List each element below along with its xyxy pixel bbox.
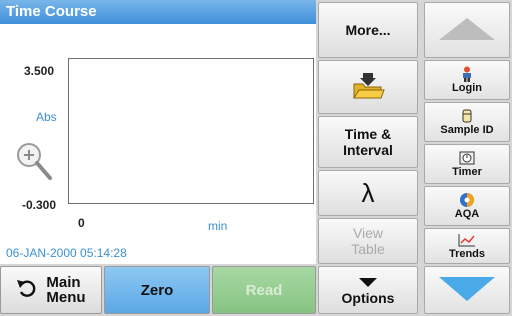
y-axis-min-label: -0.300 (22, 198, 57, 212)
trends-label: Trends (448, 248, 486, 260)
sample-id-label: Sample ID (440, 124, 494, 136)
zero-label: Zero (140, 281, 174, 299)
scroll-up-button[interactable] (424, 2, 510, 58)
more-label: More... (345, 22, 391, 38)
timer-icon (459, 150, 475, 166)
login-button[interactable]: Login (424, 60, 510, 100)
main-menu-label-line2: Menu (46, 289, 86, 306)
main-menu-button[interactable]: Main Menu (0, 266, 102, 314)
trends-button[interactable]: Trends (424, 228, 510, 264)
right-sidebar: Login Sample ID Timer AQA Trends (420, 0, 512, 316)
trend-chart-icon (458, 232, 476, 248)
back-arrow-icon (16, 278, 38, 302)
triangle-down-icon (359, 274, 377, 290)
view-table-button[interactable]: View Table (318, 218, 418, 264)
more-button[interactable]: More... (318, 2, 418, 58)
timer-label: Timer (452, 166, 482, 178)
main-menu-label: Main Menu (46, 275, 85, 305)
zoom-icon[interactable] (14, 140, 54, 184)
timer-button[interactable]: Timer (424, 144, 510, 184)
plot-panel: Time Course 3.500 Abs -0.300 0 min 06-JA… (0, 0, 316, 264)
options-button[interactable]: Options (318, 266, 418, 314)
timestamp: 06-JAN-2000 05:14:28 (6, 246, 127, 260)
read-button[interactable]: Read (212, 266, 316, 314)
y-axis-max-label: 3.500 (24, 64, 55, 78)
aqa-icon (459, 192, 475, 208)
login-label: Login (452, 82, 482, 94)
zero-button[interactable]: Zero (104, 266, 210, 314)
sample-vial-icon (462, 108, 472, 124)
time-interval-label-line1: Time & (344, 126, 392, 142)
lambda-label: λ (361, 177, 375, 208)
scroll-down-button[interactable] (424, 266, 510, 314)
middle-button-column: More... Time & Interval λ View Table Opt… (318, 0, 418, 316)
view-table-label-line1: View (352, 225, 384, 241)
plot-area (68, 58, 314, 204)
time-interval-button[interactable]: Time & Interval (318, 116, 418, 168)
user-icon (461, 66, 473, 82)
aqa-button[interactable]: AQA (424, 186, 510, 226)
arrow-down-icon (437, 275, 497, 306)
wavelength-button[interactable]: λ (318, 170, 418, 216)
arrow-up-icon (437, 16, 497, 45)
y-axis-unit-label: Abs (36, 110, 57, 124)
open-folder-button[interactable] (318, 60, 418, 114)
page-title: Time Course (0, 0, 316, 24)
sample-id-button[interactable]: Sample ID (424, 102, 510, 142)
time-interval-label-line2: Interval (343, 142, 393, 158)
options-label: Options (341, 290, 395, 306)
x-axis-unit-label: min (208, 219, 228, 233)
instrument-screen: Time Course 3.500 Abs -0.300 0 min 06-JA… (0, 0, 512, 316)
folder-icon (351, 71, 385, 104)
read-label: Read (245, 281, 283, 299)
aqa-label: AQA (454, 208, 480, 220)
x-axis-start-label: 0 (78, 216, 85, 230)
view-table-label-line2: Table (351, 241, 385, 257)
